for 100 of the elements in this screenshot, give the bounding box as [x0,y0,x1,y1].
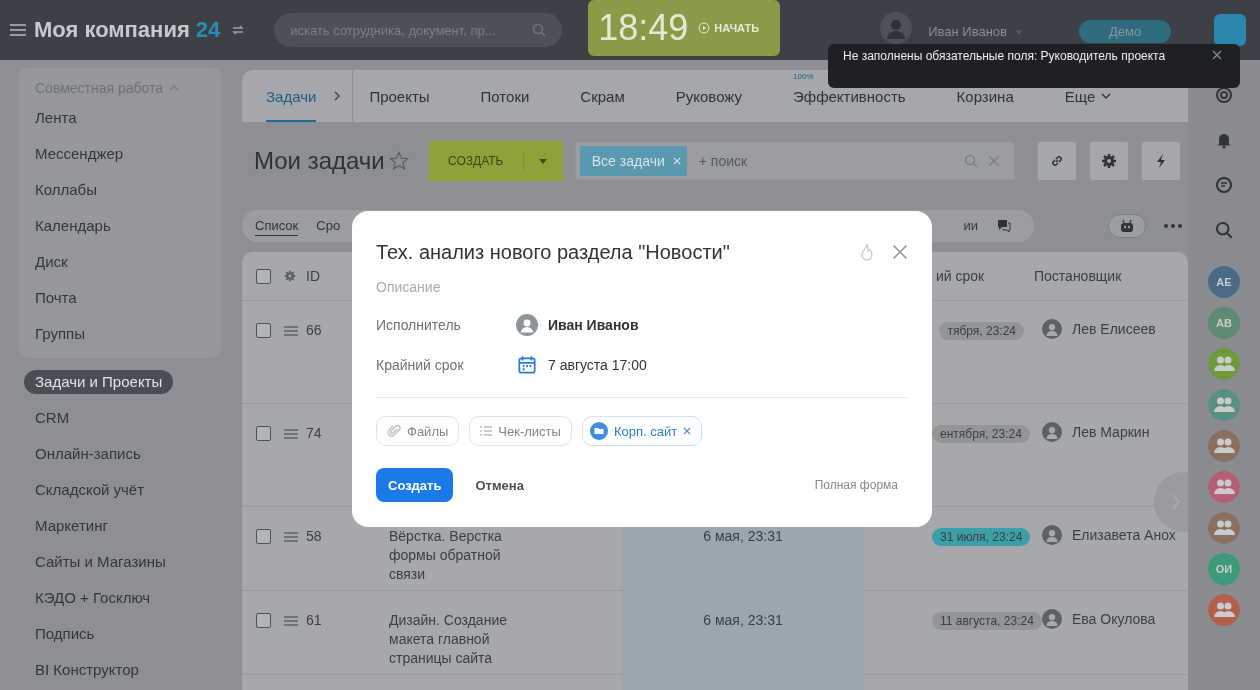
chat-icon[interactable] [996,218,1012,234]
contact-avatar[interactable]: АЕ [1208,266,1240,298]
deadline-badge[interactable]: 31 июля, 23:24 [932,528,1031,546]
tab[interactable]: Руковожу [675,70,743,122]
creator-name[interactable]: Лев Маркин [1072,424,1150,440]
robot-icon [1119,218,1135,234]
chip-button[interactable]: Чек-листы [469,416,572,446]
user-avatar-icon[interactable] [880,12,913,44]
tab[interactable]: Скрам [580,70,625,122]
create-button[interactable]: Создать [376,468,454,502]
creator-name[interactable]: Лев Елисеев [1072,321,1156,337]
cancel-button[interactable]: Отмена [465,473,534,497]
flame-icon[interactable] [858,243,876,261]
robot-button[interactable] [1108,214,1146,238]
contact-avatar[interactable]: АВ [1208,307,1240,339]
settings-button[interactable] [1088,141,1129,181]
user-name[interactable]: Иван Иванов [928,24,1007,39]
sidebar-item[interactable]: Сайты и Магазины [18,544,242,580]
column-header[interactable]: Постановщик [1034,266,1188,286]
create-button[interactable]: СОЗДАТЬ [428,141,563,181]
contact-avatar[interactable]: ОИ [1208,553,1240,585]
field-label: Исполнитель [376,317,462,333]
field-label: Крайний срок [376,357,465,373]
dialog-title[interactable]: Тех. анализ нового раздела "Новости" [376,240,842,264]
group-chat-icon[interactable] [1208,430,1240,462]
table-cell-text: 58 [306,527,323,546]
checkbox[interactable] [256,426,271,441]
menu-icon[interactable] [10,24,26,36]
drag-handle-icon[interactable] [284,616,298,626]
creator-name[interactable]: Елизавета Анох [1072,527,1176,543]
checkbox[interactable] [256,529,271,544]
chip-button[interactable]: Корп. сайт [581,416,703,446]
close-icon[interactable] [1212,50,1222,60]
table-cell-text: 61 [306,611,323,630]
view-tab[interactable]: ии [963,216,978,236]
sidebar-item[interactable]: Задачи и Проекты [24,370,174,394]
target-icon[interactable] [1215,86,1233,104]
filter-field[interactable]: Все задачи + поиск [574,142,1015,180]
group-chat-icon[interactable] [1208,471,1240,503]
start-button[interactable]: НАЧАТЬ [698,22,760,34]
chat-icon[interactable] [1215,176,1233,194]
group-chat-icon[interactable] [1208,512,1240,544]
play-icon [698,22,711,34]
tab[interactable]: Еще [1064,70,1112,122]
caret-icon[interactable] [1015,28,1023,36]
view-tab[interactable]: Сро [316,216,341,236]
remove-icon[interactable] [683,427,692,435]
task-name[interactable]: Дизайн. Создание макета главной страницы сайта [389,611,527,668]
deadline-badge[interactable]: тября, 23:24 [939,322,1024,340]
sidebar-item[interactable]: Группы [18,316,222,352]
deadline-badge[interactable]: ентября, 23:24 [932,425,1030,443]
search-icon[interactable] [1215,221,1233,239]
group-chat-icon[interactable] [1208,594,1240,626]
sidebar-item[interactable]: CRM [18,400,242,436]
group-chat-icon[interactable] [1208,389,1240,421]
bell-icon[interactable] [1215,131,1233,149]
group-chat-icon[interactable] [1208,348,1240,380]
field-value[interactable]: Иван Иванов [548,317,639,333]
sidebar-item[interactable]: Календарь [18,208,222,244]
swap-icon[interactable] [232,24,245,36]
checkbox[interactable] [256,613,271,628]
company-logo[interactable]: Моя компания [34,17,190,43]
drag-handle-icon[interactable] [284,532,298,542]
sidebar-item[interactable]: Мессенджер [18,136,222,172]
user-avatar-icon [1042,525,1062,545]
checkbox[interactable] [256,268,271,284]
sidebar-item[interactable]: Почта [18,280,222,316]
tab[interactable]: Задачи [266,70,317,122]
sidebar-item[interactable]: Коллабы [18,172,222,208]
notification-text: Не заполнены обязательные поля: Руководитель проекта [843,48,1167,65]
caret-icon[interactable] [537,156,548,166]
sidebar-item[interactable]: Диск [18,244,222,280]
star-icon[interactable] [388,151,409,171]
tab[interactable]: Потоки [480,70,530,122]
sidebar-item[interactable]: Лента [18,100,222,136]
tab[interactable]: Проекты [369,70,430,122]
close-icon[interactable] [892,244,908,260]
creator-name[interactable]: Ева Окулова [1072,611,1156,627]
deadline-badge[interactable]: 11 августа, 23:24 [932,612,1042,630]
sidebar-item[interactable]: BI Конструктор [18,652,242,688]
filter-tag[interactable]: Все задачи [579,146,687,176]
sidebar-item[interactable]: КЭДО + Госключ [18,580,242,616]
checkbox[interactable] [256,323,271,338]
user-avatar-icon [1042,319,1062,339]
sidebar-item[interactable]: Онлайн-запись [18,436,242,472]
sidebar-item[interactable]: Складской учёт [18,472,242,508]
drag-handle-icon[interactable] [284,429,298,439]
more-icon[interactable] [1164,224,1182,228]
field-value[interactable]: 7 августа 17:00 [548,357,647,373]
clock-time: 18:49 [598,7,689,49]
sidebar-item[interactable]: Маркетинг [18,508,242,544]
drag-handle-icon[interactable] [284,326,298,336]
full-form-link[interactable]: Полная форма [814,478,898,492]
link-button[interactable] [1036,141,1077,181]
gear-icon[interactable] [284,270,296,282]
sidebar-item[interactable]: Подпись [18,616,242,652]
search-icon[interactable] [532,23,547,37]
chip-button[interactable]: Файлы [376,416,460,446]
task-name[interactable]: Вёрстка. Верстка формы обратной связи [389,527,527,584]
view-tab[interactable]: Список [255,216,299,236]
